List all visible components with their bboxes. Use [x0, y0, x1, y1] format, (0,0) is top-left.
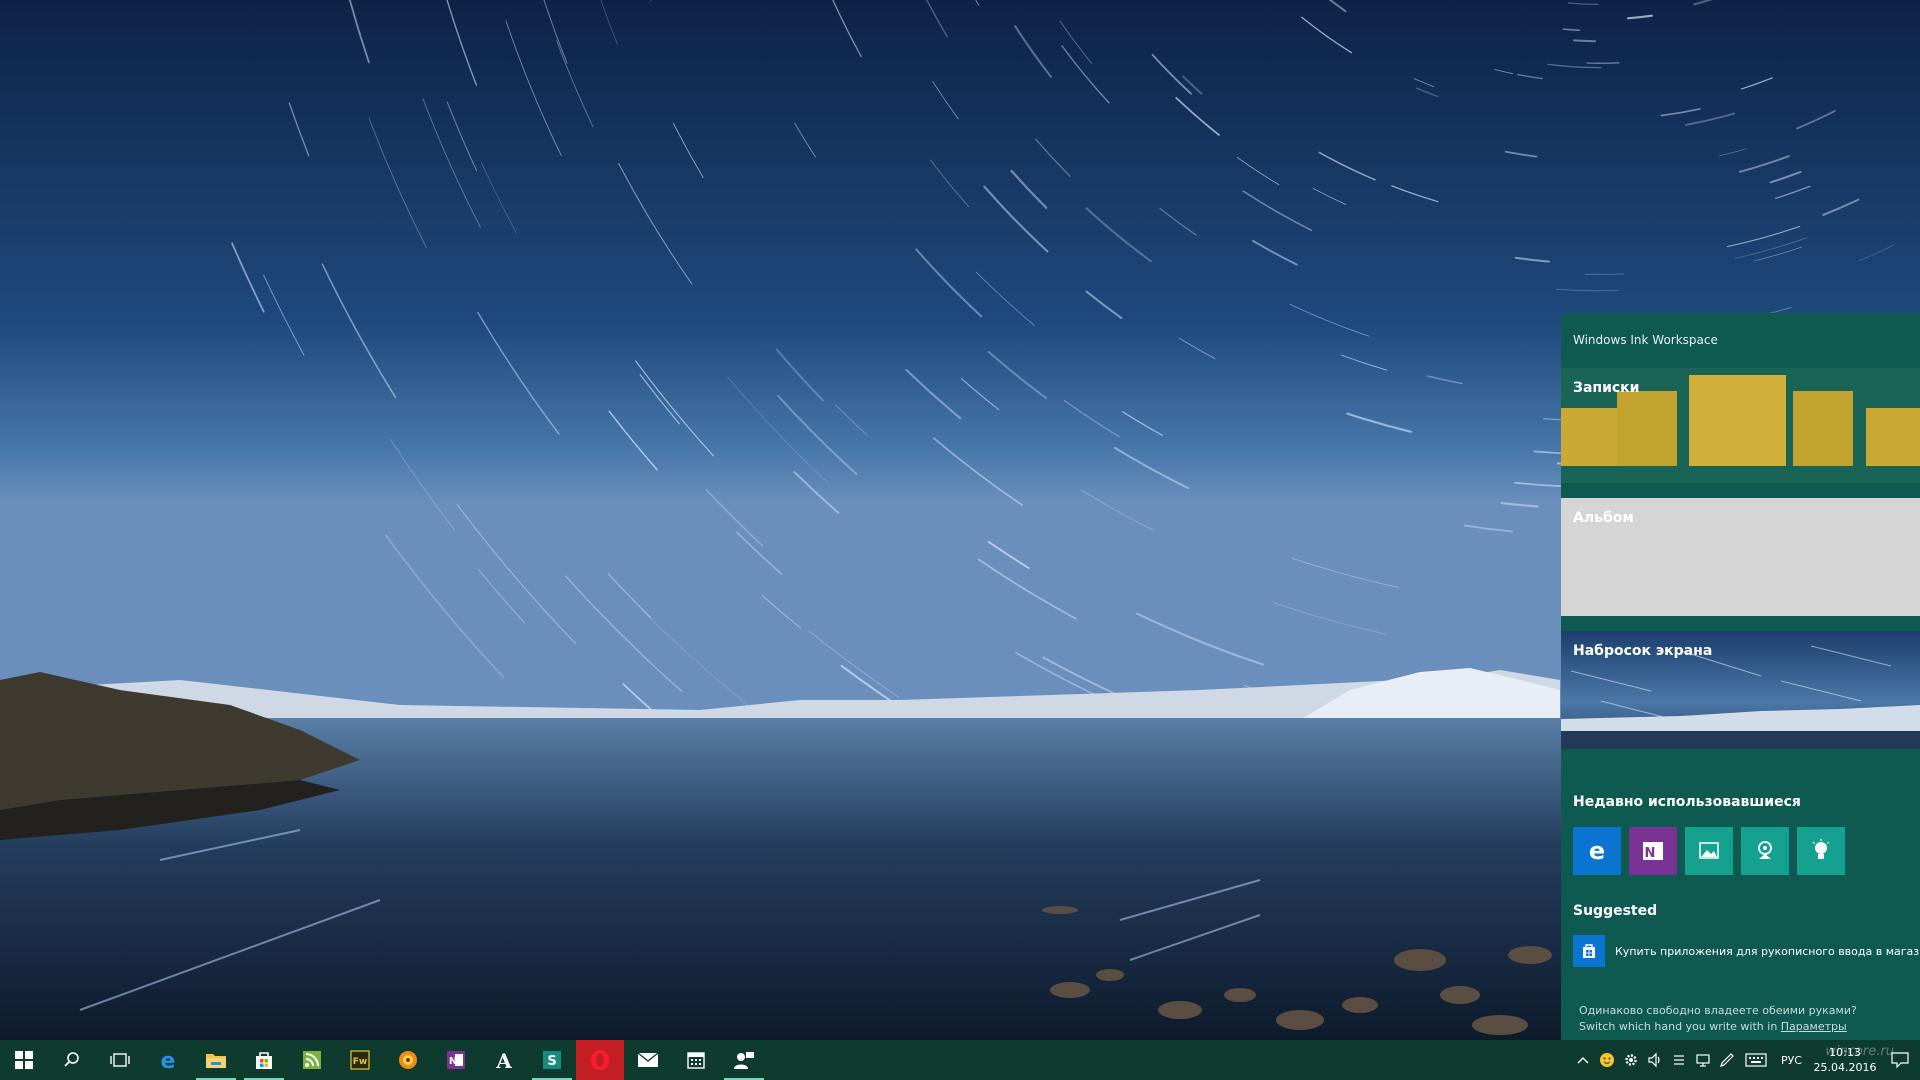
- ink-workspace-title: Windows Ink Workspace: [1573, 333, 1718, 347]
- taskbar-contact-support[interactable]: [720, 1040, 768, 1080]
- handedness-hint: Switch which hand you write with in Пара…: [1579, 1020, 1847, 1033]
- taskbar-calendar[interactable]: [672, 1040, 720, 1080]
- svg-text:N: N: [1645, 846, 1656, 861]
- taskbar: e Fw N A S РУС 10:13 25.04.2016 wincore.…: [0, 1040, 1920, 1080]
- sticky-note: [1793, 391, 1853, 466]
- system-tray: РУС 10:13 25.04.2016 wincore.ru: [1571, 1040, 1920, 1080]
- suggested-heading: Suggested: [1573, 903, 1658, 919]
- media-player-icon: [399, 1051, 417, 1069]
- handedness-hint-text: Switch which hand you write with in: [1579, 1020, 1781, 1033]
- smiley-icon: [1599, 1053, 1614, 1067]
- handedness-question: Одинаково свободно владеете обеими рукам…: [1579, 1004, 1857, 1017]
- fireworks-icon: Fw: [350, 1050, 370, 1070]
- star-trail: [1573, 39, 1596, 43]
- taskbar-file-explorer[interactable]: [192, 1040, 240, 1080]
- taskbar-media-player[interactable]: [384, 1040, 432, 1080]
- sticky-note: [1689, 375, 1786, 466]
- clock-date: 25.04.2016: [1813, 1061, 1877, 1074]
- network-icon: [1696, 1054, 1710, 1067]
- photos-icon[interactable]: [1685, 827, 1733, 875]
- tray-touch-keyboard[interactable]: [1739, 1040, 1773, 1080]
- sticky-notes-label: Записки: [1573, 380, 1640, 396]
- tips-icon[interactable]: [1797, 827, 1845, 875]
- tray-ink-workspace[interactable]: [1715, 1040, 1739, 1080]
- gear-icon: [1625, 1054, 1637, 1066]
- pen-icon: [1720, 1053, 1734, 1067]
- taskbar-mail[interactable]: [624, 1040, 672, 1080]
- list-icon: [1673, 1055, 1684, 1065]
- taskbar-feed-reader[interactable]: [288, 1040, 336, 1080]
- screen-sketch-card[interactable]: Набросок экрана: [1561, 631, 1920, 749]
- edge-icon: e: [161, 1049, 176, 1071]
- store-icon: [1573, 935, 1605, 967]
- tray-settings[interactable]: [1619, 1040, 1643, 1080]
- keyboard-icon: [1745, 1053, 1767, 1067]
- tray-app-smiley[interactable]: [1595, 1040, 1619, 1080]
- sticky-note: [1617, 391, 1677, 466]
- tray-network[interactable]: [1691, 1040, 1715, 1080]
- sticky-note: [1866, 408, 1920, 466]
- search-icon: [64, 1052, 79, 1067]
- watermark: wincore.ru: [1825, 1044, 1894, 1059]
- taskbar-edge[interactable]: e: [144, 1040, 192, 1080]
- taskbar-sway[interactable]: S: [528, 1040, 576, 1080]
- sticky-note: [1561, 408, 1617, 466]
- task-view-button[interactable]: [96, 1040, 144, 1080]
- calendar-icon: [687, 1052, 705, 1069]
- search-button[interactable]: [48, 1040, 96, 1080]
- recent-apps-row: e N: [1573, 827, 1845, 875]
- opera-icon: [591, 1050, 609, 1070]
- show-hidden-icons[interactable]: [1571, 1040, 1595, 1080]
- mail-icon: [637, 1052, 659, 1067]
- onenote-icon[interactable]: N: [1629, 827, 1677, 875]
- taskbar-store[interactable]: [240, 1040, 288, 1080]
- input-language[interactable]: РУС: [1773, 1054, 1810, 1067]
- sketchpad-label: Альбом: [1573, 510, 1634, 526]
- tray-keyboard-layout[interactable]: [1667, 1040, 1691, 1080]
- sway-icon: S: [543, 1051, 561, 1069]
- onenote-icon: N: [447, 1051, 465, 1069]
- sticky-notes-card[interactable]: Записки: [1561, 368, 1920, 483]
- edge-icon[interactable]: e: [1573, 827, 1621, 875]
- sketchpad-card[interactable]: Альбом: [1561, 498, 1920, 616]
- taskbar-onenote[interactable]: N: [432, 1040, 480, 1080]
- svg-text:e: e: [1589, 837, 1605, 865]
- svg-text:A: A: [495, 1050, 512, 1070]
- svg-text:S: S: [547, 1054, 556, 1069]
- suggested-item-text: Купить приложения для рукописного ввода …: [1615, 944, 1920, 958]
- feed-reader-icon: [303, 1051, 321, 1069]
- svg-text:Fw: Fw: [353, 1057, 367, 1067]
- maps-icon[interactable]: [1741, 827, 1789, 875]
- file-explorer-icon: [206, 1054, 226, 1068]
- start-icon: [15, 1051, 33, 1069]
- taskbar-font-app[interactable]: A: [480, 1040, 528, 1080]
- screen-sketch-label: Набросок экрана: [1573, 643, 1713, 659]
- contact-support-icon: [734, 1052, 754, 1069]
- recent-heading: Недавно использовавшиеся: [1573, 794, 1801, 810]
- svg-text:e: e: [161, 1049, 176, 1071]
- volume-icon: [1648, 1052, 1660, 1068]
- tray-volume[interactable]: [1643, 1040, 1667, 1080]
- store-icon: [256, 1052, 272, 1069]
- svg-text:N: N: [449, 1056, 457, 1067]
- ink-workspace-panel: Windows Ink Workspace Записки Альбом Наб…: [1561, 313, 1920, 1040]
- font-app-icon: A: [495, 1050, 512, 1070]
- settings-link[interactable]: Параметры: [1781, 1020, 1847, 1033]
- taskbar-fireworks[interactable]: Fw: [336, 1040, 384, 1080]
- suggested-store-link[interactable]: Купить приложения для рукописного ввода …: [1573, 935, 1920, 967]
- start-button[interactable]: [0, 1040, 48, 1080]
- chevron-up-icon: [1577, 1057, 1589, 1064]
- taskbar-opera[interactable]: [576, 1040, 624, 1080]
- task-view-icon: [110, 1053, 130, 1067]
